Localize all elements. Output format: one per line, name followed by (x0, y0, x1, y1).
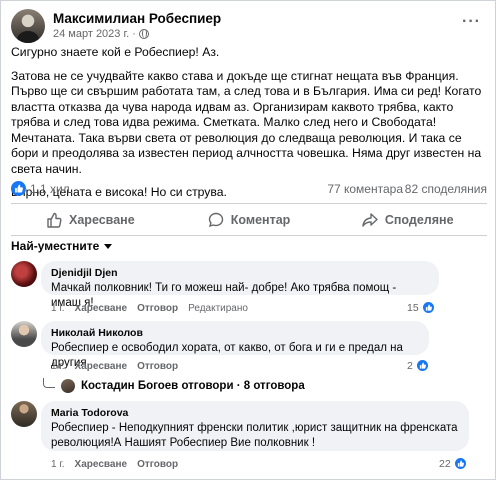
replies-summary-text: Костадин Богоев отговори · 8 отговора (81, 380, 305, 392)
post-date[interactable]: 24 март 2023 г. (53, 28, 129, 41)
commenter-avatar[interactable] (11, 401, 37, 427)
comments-filter[interactable]: Най-уместните (11, 239, 113, 253)
comment-like-button[interactable]: Харесване (75, 459, 128, 470)
comment-reply-button[interactable]: Отговор (137, 459, 178, 470)
like-icon (453, 457, 467, 470)
shares-count[interactable]: 82 споделяния (405, 182, 487, 196)
share-button[interactable]: Споделяне (328, 207, 487, 233)
filter-label: Най-уместните (11, 239, 100, 253)
post-header: Максимилиан Робеспиер 24 март 2023 г. · (11, 9, 221, 43)
reactions-count[interactable]: 1,1 хил. (30, 182, 73, 196)
like-icon (11, 181, 26, 196)
comment-item: Maria Todorova Робеспиер - Неподкупният … (11, 401, 487, 479)
meta-separator: · (132, 27, 136, 40)
comment-item: Djenidjil Djen Мачкай полковник! Ти го м… (11, 261, 487, 317)
comment-actions: 1 г. Харесване Отговор (51, 459, 178, 470)
comment-actions: 1 г. Харесване Отговор (51, 361, 178, 372)
commenter-name[interactable]: Maria Todorova (51, 407, 459, 419)
comment-reply-button[interactable]: Отговор (137, 303, 178, 314)
reaction-count: 2 (407, 359, 413, 372)
post-paragraph: Сигурно знаете кой е Робеспиер! Аз. (11, 45, 220, 59)
author-name[interactable]: Максимилиан Робеспиер (53, 11, 221, 27)
comment-edited-label: Редактирано (188, 303, 248, 314)
author-avatar[interactable] (11, 9, 45, 43)
post-stats: 1,1 хил. 77 коментара 82 споделяния (11, 181, 487, 197)
commenter-name[interactable]: Николай Николов (51, 327, 419, 339)
comment-time[interactable]: 1 г. (51, 459, 65, 470)
divider (11, 203, 487, 204)
like-button[interactable]: Харесване (11, 207, 170, 233)
like-label: Харесване (69, 213, 135, 227)
comment-like-button[interactable]: Харесване (75, 303, 128, 314)
comment-bubble: Николай Николов Робеспиер е освободил хо… (41, 321, 429, 369)
replier-avatar (61, 379, 75, 393)
comment-label: Коментар (230, 213, 291, 227)
comment-text-line: Робеспиер - Неподкупният френски политик… (51, 422, 458, 434)
reaction-count: 15 (407, 301, 419, 314)
commenter-avatar[interactable] (11, 261, 37, 287)
share-label: Споделяне (384, 213, 454, 227)
commenter-avatar[interactable] (11, 321, 37, 347)
post-actions: Харесване Коментар Споделяне (11, 207, 487, 233)
comment-time[interactable]: 1 г. (51, 303, 65, 314)
like-icon (415, 359, 429, 372)
reaction-count: 22 (439, 457, 451, 470)
divider (11, 235, 487, 236)
comment-like-button[interactable]: Харесване (75, 361, 128, 372)
comment-reactions[interactable]: 22 (439, 457, 467, 470)
share-icon (362, 213, 378, 227)
more-icon[interactable]: ··· (462, 13, 481, 31)
comment-time[interactable]: 1 г. (51, 361, 65, 372)
comment-text-line: революция!А Нашият Робеспиер Вие полковн… (51, 437, 316, 449)
replies-toggle[interactable]: Костадин Богоев отговори · 8 отговора (43, 378, 305, 393)
comment-actions: 1 г. Харесване Отговор Редактирано (51, 303, 248, 314)
like-icon (421, 301, 435, 314)
comment-bubble: Maria Todorova Робеспиер - Неподкупният … (41, 401, 469, 451)
post-meta: 24 март 2023 г. · (53, 28, 221, 41)
comments-count[interactable]: 77 коментара (327, 182, 403, 196)
comment-icon (208, 212, 223, 228)
reply-arrow-icon (43, 378, 55, 388)
chevron-down-icon (104, 243, 113, 249)
comment-bubble: Djenidjil Djen Мачкай полковник! Ти го м… (41, 261, 439, 309)
comment-reactions[interactable]: 2 (407, 359, 429, 372)
post-card: Максимилиан Робеспиер 24 март 2023 г. · … (0, 0, 496, 480)
comment-reactions[interactable]: 15 (407, 301, 435, 314)
post-paragraph: Затова не се учудвайте какво става и док… (11, 68, 482, 176)
globe-icon (138, 29, 149, 40)
like-icon (47, 212, 62, 228)
commenter-name[interactable]: Djenidjil Djen (51, 267, 429, 279)
comment-reply-button[interactable]: Отговор (137, 361, 178, 372)
comment-item: Николай Николов Робеспиер е освободил хо… (11, 321, 487, 375)
comment-button[interactable]: Коментар (170, 207, 329, 233)
